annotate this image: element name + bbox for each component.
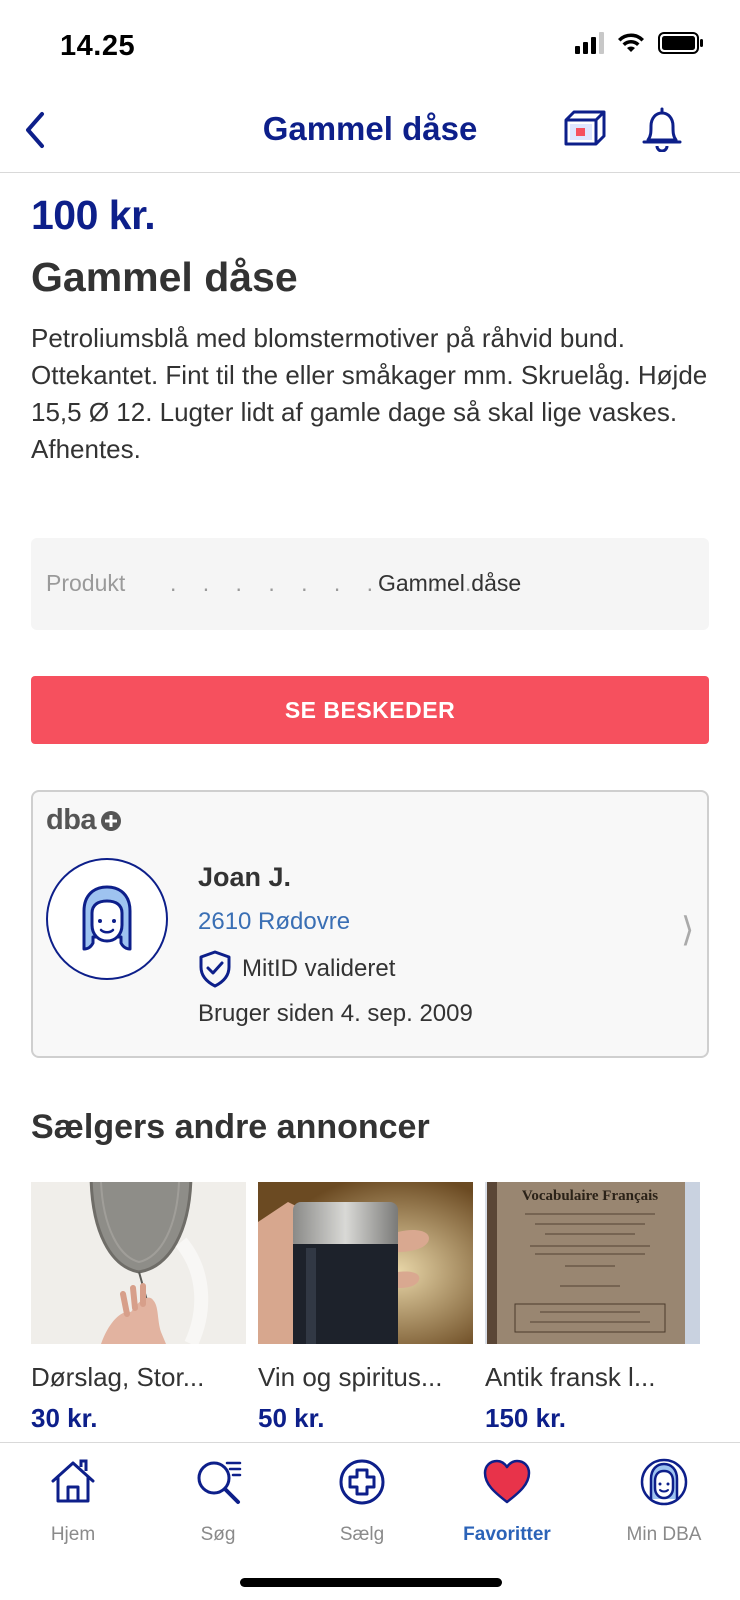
other-listings-title: Sælgers andre annoncer	[31, 1108, 430, 1146]
home-indicator	[240, 1578, 502, 1587]
tab-label: Min DBA	[626, 1524, 702, 1545]
seller-name: Joan J.	[198, 862, 292, 892]
seller-verified: MitID valideret	[198, 950, 395, 988]
book-cover-title: Vocabulaire Français	[522, 1188, 658, 1204]
battery-icon	[658, 32, 703, 54]
tab-label: Sælg	[339, 1524, 385, 1545]
profile-icon	[640, 1458, 688, 1506]
status-bar: 14.25	[0, 0, 740, 90]
plus-badge-icon	[101, 810, 122, 831]
tab-home[interactable]: Hjem	[13, 1457, 133, 1546]
cellular-signal-icon	[575, 32, 604, 54]
bell-icon	[642, 107, 682, 153]
page-title: Gammel dåse	[262, 110, 478, 147]
tab-my-dba[interactable]: Min DBA	[604, 1457, 724, 1546]
tab-favorites[interactable]: Favoritter	[447, 1457, 567, 1546]
status-time: 14.25	[60, 30, 136, 62]
tab-label: Favoritter	[463, 1524, 551, 1545]
notifications-button[interactable]	[640, 106, 690, 156]
listing-card-price: 30 kr.	[31, 1403, 98, 1433]
navigation-bar: Gammel dåse	[0, 90, 740, 173]
shipping-box-icon	[564, 110, 606, 146]
status-icons	[575, 32, 704, 54]
product-label: Produkt	[46, 570, 126, 596]
listing-title: Gammel dåse	[31, 254, 298, 300]
shipping-box-button[interactable]	[562, 108, 612, 156]
listing-image-old-book: Vocabulaire Français	[485, 1182, 700, 1344]
seller-location: 2610 Rødovre	[198, 908, 351, 935]
listing-card-title: Vin og spiritus...	[258, 1362, 443, 1392]
listing-card[interactable]: Vin og spiritus... 50 kr.	[258, 1182, 473, 1434]
heart-icon	[483, 1459, 531, 1504]
home-icon	[51, 1459, 95, 1503]
avatar	[46, 858, 168, 980]
product-attribute: Produkt . . . . . . . . . . Gammel dåse	[31, 538, 709, 630]
listing-image-strainer	[31, 1182, 246, 1344]
listing-card[interactable]: Dørslag, Stor... 30 kr.	[31, 1182, 246, 1434]
listing-description: Petroliumsblå med blomstermotiver på råh…	[31, 323, 708, 464]
wifi-icon	[618, 33, 644, 52]
dba-logo-text: dba	[46, 804, 97, 836]
listing-card[interactable]: Vocabulaire Français Antik fransk l... 1…	[485, 1182, 700, 1434]
listing-price: 100 kr.	[31, 192, 156, 238]
listing-card-title: Antik fransk l...	[485, 1362, 656, 1392]
seller-avatar-icon	[82, 885, 132, 951]
verified-label: MitID valideret	[242, 955, 396, 982]
listing-image-thermos	[258, 1182, 473, 1344]
tab-sell[interactable]: Sælg	[302, 1457, 422, 1546]
shield-check-icon	[199, 950, 231, 988]
tab-label: Søg	[200, 1524, 236, 1545]
see-messages-button[interactable]: SE BESKEDER	[31, 676, 709, 744]
search-icon	[197, 1461, 242, 1504]
dba-plus-logo: dba	[46, 804, 122, 837]
tab-search[interactable]: Søg	[158, 1457, 278, 1546]
seller-card[interactable]: dba Joan J. 2610 Rødovre MitID valideret…	[31, 790, 709, 1058]
plus-circle-icon	[339, 1459, 385, 1505]
bottom-tab-bar: Hjem Søg Sælg Favoritter Min DBA	[0, 1442, 740, 1600]
listing-card-title: Dørslag, Stor...	[31, 1362, 205, 1392]
listing-card-price: 50 kr.	[258, 1403, 325, 1433]
seller-member-since: Bruger siden 4. sep. 2009	[198, 1000, 473, 1027]
chevron-right-icon: ⟩	[681, 911, 695, 949]
product-value: Gammel dåse	[378, 570, 522, 596]
tab-label: Hjem	[50, 1524, 96, 1545]
listing-card-price: 150 kr.	[485, 1403, 566, 1433]
